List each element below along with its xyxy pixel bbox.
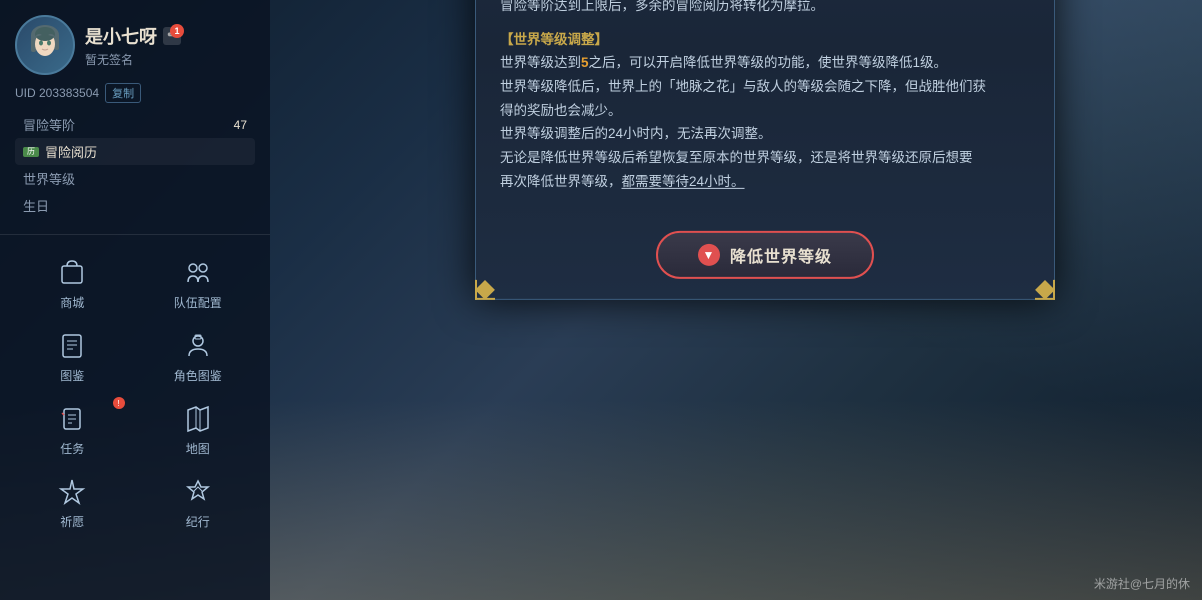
nav-char-map[interactable]: 角色图鉴 [136,318,261,390]
shop-icon [54,255,90,291]
nav-wish[interactable]: 祈愿 [10,464,135,536]
nav-team-label: 队伍配置 [174,294,222,311]
nav-shop-label: 商城 [60,294,84,311]
profile-name: 是小七呀 ✏ 1 [85,23,255,49]
compendium-icon [54,328,90,364]
section2-line4: 世界等级调整后的24小时内，无法再次调整。 [500,122,1030,146]
profile-subtitle: 暂无签名 [85,51,255,68]
section2-line5: 无论是降低世界等级后希望恢复至原本的世界等级，还是将世界等级还原后想要 [500,146,1030,170]
copy-uid-button[interactable]: 复制 [105,83,141,103]
edit-profile-icon[interactable]: ✏ 1 [163,27,181,45]
wish-icon [54,474,90,510]
quest-icon [54,401,90,437]
nav-team[interactable]: 队伍配置 [136,245,261,317]
nav-map-label: 地图 [186,440,210,457]
profile-info: 是小七呀 ✏ 1 暂无签名 [85,23,255,68]
nav-quest[interactable]: ! 任务 [10,391,135,463]
uid-label: UID 203383504 [15,86,99,100]
nav-shop[interactable]: 商城 [10,245,135,317]
section1-line5: 冒险等阶达到上限后，多余的冒险阅历将转化为摩拉。 [500,0,1030,18]
tab-adv-rank-label: 冒险等阶 [23,115,75,134]
char-map-icon [180,328,216,364]
section2-line3: 得的奖励也会减少。 [500,99,1030,123]
lower-world-level-button[interactable]: ▼ 降低世界等级 [656,231,874,279]
map-icon [180,401,216,437]
nav-wish-label: 祈愿 [60,513,84,530]
avatar [15,15,75,75]
section2: 世界等级调整 世界等级达到5之后，可以开启降低世界等级的功能，使世界等级降低1级… [500,28,1030,193]
section2-line1: 世界等级达到5之后，可以开启降低世界等级的功能，使世界等级降低1级。 [500,51,1030,75]
quest-badge: ! [113,397,125,409]
tab-world-level[interactable]: 世界等级 [15,165,255,192]
modal-footer: ▼ 降低世界等级 [476,219,1054,299]
highlight-num5: 5 [581,55,589,70]
section1: 世界等级与冒险等阶 从20开始，每提升5冒险等阶，世界等级就会提升1级。 冒险等… [500,0,1030,18]
tab-birthday-label: 生日 [23,196,49,215]
section2-line2: 世界等级降低后，世界上的「地脉之花」与敌人的等级会随之下降，但战胜他们获 [500,75,1030,99]
watermark: 米游社@七月的休 [1094,575,1190,592]
section2-line6: 再次降低世界等级，都需要等待24小时。 [500,169,1030,193]
nav-grid: 商城 队伍配置 图鉴 角色图鉴 [0,235,270,546]
nav-compendium[interactable]: 图鉴 [10,318,135,390]
avatar-face [17,17,73,73]
tab-adv-log[interactable]: 历 冒险阅历 [15,138,255,165]
adv-rank-value: 47 [234,118,247,132]
nav-map[interactable]: 地图 [136,391,261,463]
section2-title: 世界等级调整 [500,32,608,47]
battle-icon [180,474,216,510]
tab-adv-rank[interactable]: 冒险等阶 47 [15,111,255,138]
adv-log-icon: 历 [23,147,39,157]
lower-btn-label: 降低世界等级 [730,243,832,267]
profile-top: 是小七呀 ✏ 1 暂无签名 [15,15,255,75]
nav-battle-label: 纪行 [186,513,210,530]
profile-tabs: 冒险等阶 47 历 冒险阅历 世界等级 生日 [15,111,255,219]
notification-badge: 1 [170,24,184,38]
corner-bl [473,278,497,302]
tab-adv-log-label: 冒险阅历 [45,142,97,161]
tab-world-level-label: 世界等级 [23,169,75,188]
profile-section: 是小七呀 ✏ 1 暂无签名 UID 203383504 复制 冒险等阶 47 历 [0,0,270,235]
uid-row: UID 203383504 复制 [15,83,255,103]
nav-compendium-label: 图鉴 [60,367,84,384]
lower-btn-icon: ▼ [698,244,720,266]
corner-br [1033,278,1057,302]
modal-wrapper: 世界等级 ✕ 世界等级与冒险等阶 从20开始，每提升5冒险等阶，世界等级就会提升… [446,51,1026,549]
modal-body: 世界等级与冒险等阶 从20开始，每提升5冒险等阶，世界等级就会提升1级。 冒险等… [476,0,1054,219]
nav-battle[interactable]: 纪行 [136,464,261,536]
world-level-modal: 世界等级 ✕ 世界等级与冒险等阶 从20开始，每提升5冒险等阶，世界等级就会提升… [475,0,1055,300]
nav-quest-label: 任务 [60,440,84,457]
underline-wait: 都需要等待24小时。 [622,173,745,188]
nav-char-map-label: 角色图鉴 [174,367,222,384]
team-icon [180,255,216,291]
tab-birthday[interactable]: 生日 [15,192,255,219]
sidebar: 是小七呀 ✏ 1 暂无签名 UID 203383504 复制 冒险等阶 47 历 [0,0,270,600]
